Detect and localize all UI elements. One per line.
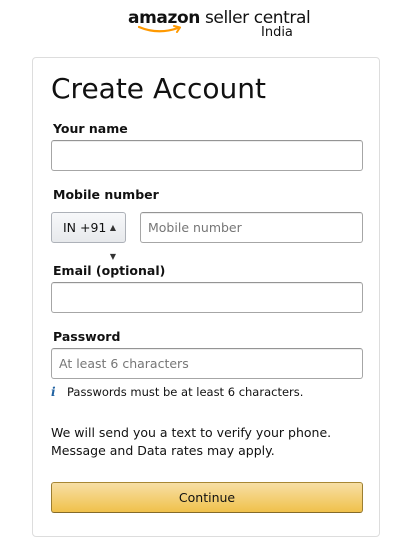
info-icon: i <box>51 385 56 399</box>
email-label: Email (optional) <box>53 263 166 278</box>
password-hint-text: Passwords must be at least 6 characters. <box>67 385 304 399</box>
sms-notice: We will send you a text to verify your p… <box>51 424 331 460</box>
password-hint: i Passwords must be at least 6 characters… <box>51 384 303 400</box>
email-field[interactable] <box>51 282 363 313</box>
mobile-label: Mobile number <box>53 187 159 202</box>
logo-seller-central-text: seller central <box>199 8 311 28</box>
sms-notice-line-1: We will send you a text to verify your p… <box>51 425 332 440</box>
logo-region: India <box>261 25 293 40</box>
page-title: Create Account <box>51 72 266 105</box>
name-label: Your name <box>53 121 128 136</box>
country-code-value: IN +91 <box>63 220 107 235</box>
name-field[interactable] <box>51 140 363 171</box>
password-field[interactable] <box>51 348 363 379</box>
amazon-seller-central-logo: amazon seller central India <box>128 8 311 44</box>
country-code-select[interactable]: IN +91 ▲ ▼ <box>51 212 126 261</box>
sms-notice-line-2: Message and Data rates may apply. <box>51 443 275 458</box>
continue-button[interactable]: Continue <box>51 482 363 513</box>
amazon-smile-icon <box>138 25 181 33</box>
password-label: Password <box>53 329 121 344</box>
mobile-number-field[interactable] <box>140 212 363 243</box>
